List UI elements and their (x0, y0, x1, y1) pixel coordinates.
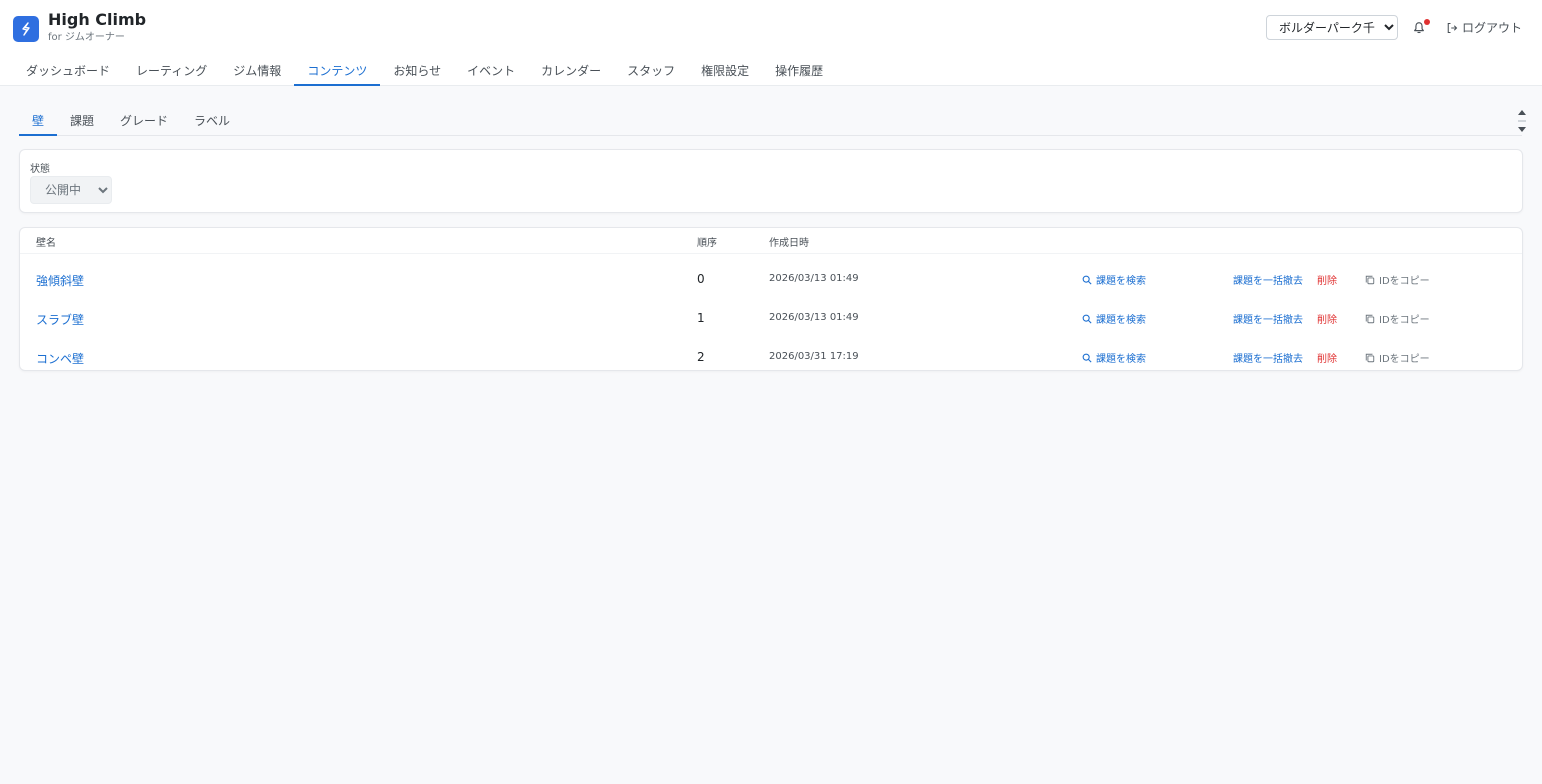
lightning-bolt-icon (13, 16, 39, 42)
wall-created-at: 2026/03/13 01:49 (769, 273, 859, 284)
column-header-name: 壁名 (36, 238, 56, 249)
search-icon (1082, 353, 1092, 363)
tab-calendar[interactable]: カレンダー (528, 56, 614, 86)
column-header-created: 作成日時 (769, 238, 809, 249)
logout-button[interactable]: ログアウト (1446, 19, 1522, 36)
search-icon (1082, 314, 1092, 324)
status-filter-label: 状態 (30, 164, 50, 175)
wall-order: 0 (697, 272, 705, 286)
wall-order: 2 (697, 350, 705, 364)
wall-name-link[interactable]: コンペ壁 (36, 350, 84, 367)
copy-id-button[interactable]: IDをコピー (1365, 311, 1430, 326)
copy-id-button[interactable]: IDをコピー (1365, 350, 1430, 365)
walls-table: 壁名 順序 作成日時 強傾斜壁 0 2026/03/13 01:49 課題を検索… (19, 227, 1523, 371)
tab-events[interactable]: イベント (454, 56, 528, 86)
column-header-order: 順序 (697, 238, 717, 249)
copy-icon (1365, 353, 1375, 362)
filter-card: 状態 公開中 (19, 149, 1523, 213)
tab-gym-info[interactable]: ジム情報 (220, 56, 294, 86)
bulk-withdraw-button[interactable]: 課題を一括撤去 (1233, 350, 1303, 365)
tab-dashboard[interactable]: ダッシュボード (13, 56, 123, 86)
tab-permissions[interactable]: 権限設定 (688, 56, 762, 86)
search-problems-button[interactable]: 課題を検索 (1082, 272, 1146, 287)
copy-icon (1365, 314, 1375, 323)
status-filter-select[interactable]: 公開中 (30, 176, 112, 204)
bulk-withdraw-button[interactable]: 課題を一括撤去 (1233, 311, 1303, 326)
copy-id-label: IDをコピー (1379, 354, 1430, 365)
brand[interactable]: High Climb for ジムオーナー (13, 10, 147, 44)
tab-contents[interactable]: コンテンツ (294, 56, 381, 86)
copy-icon (1365, 275, 1375, 284)
app-title: High Climb (48, 10, 147, 29)
bulk-withdraw-button[interactable]: 課題を一括撤去 (1233, 272, 1303, 287)
app-header: High Climb for ジムオーナー ボルダーパーク千葉 ログアウト ダッ… (0, 0, 1542, 86)
search-problems-label: 課題を検索 (1096, 354, 1146, 365)
wall-created-at: 2026/03/13 01:49 (769, 312, 859, 323)
delete-button[interactable]: 削除 (1317, 311, 1337, 326)
notification-dot (1423, 18, 1430, 25)
logout-label: ログアウト (1461, 21, 1522, 35)
search-problems-button[interactable]: 課題を検索 (1082, 311, 1146, 326)
tab-scroll-control[interactable] (1516, 108, 1528, 134)
header-divider (20, 253, 1522, 254)
delete-button[interactable]: 削除 (1317, 350, 1337, 365)
wall-name-link[interactable]: 強傾斜壁 (36, 272, 84, 289)
delete-button[interactable]: 削除 (1317, 272, 1337, 287)
tab-history[interactable]: 操作履歴 (762, 56, 836, 86)
copy-id-label: IDをコピー (1379, 276, 1430, 287)
wall-created-at: 2026/03/31 17:19 (769, 351, 859, 362)
table-row: スラブ壁 1 2026/03/13 01:49 課題を検索 課題を一括撤去 削除… (20, 299, 1522, 338)
table-row: コンペ壁 2 2026/03/31 17:19 課題を検索 課題を一括撤去 削除… (20, 338, 1522, 377)
app-subtitle: for ジムオーナー (48, 32, 125, 43)
subtab-walls[interactable]: 壁 (19, 106, 58, 136)
subtab-problems[interactable]: 課題 (57, 106, 107, 136)
sub-tabs: 壁 課題 グレード ラベル (19, 106, 1522, 136)
copy-id-label: IDをコピー (1379, 315, 1430, 326)
tab-staff[interactable]: スタッフ (614, 56, 688, 86)
search-problems-button[interactable]: 課題を検索 (1082, 350, 1146, 365)
wall-order: 1 (697, 311, 705, 325)
logout-icon (1447, 22, 1458, 33)
main-tabs: ダッシュボード レーティング ジム情報 コンテンツ お知らせ イベント カレンダ… (13, 56, 836, 86)
tab-notices[interactable]: お知らせ (380, 56, 454, 86)
copy-id-button[interactable]: IDをコピー (1365, 272, 1430, 287)
search-icon (1082, 275, 1092, 285)
wall-name-link[interactable]: スラブ壁 (36, 311, 84, 328)
tab-rating[interactable]: レーティング (123, 56, 220, 86)
subtab-labels[interactable]: ラベル (181, 106, 243, 136)
notification-button[interactable] (1412, 18, 1430, 36)
search-problems-label: 課題を検索 (1096, 315, 1146, 326)
subtab-grades[interactable]: グレード (107, 106, 181, 136)
table-row: 強傾斜壁 0 2026/03/13 01:49 課題を検索 課題を一括撤去 削除… (20, 260, 1522, 299)
gym-select[interactable]: ボルダーパーク千葉 (1265, 15, 1398, 40)
search-problems-label: 課題を検索 (1096, 276, 1146, 287)
